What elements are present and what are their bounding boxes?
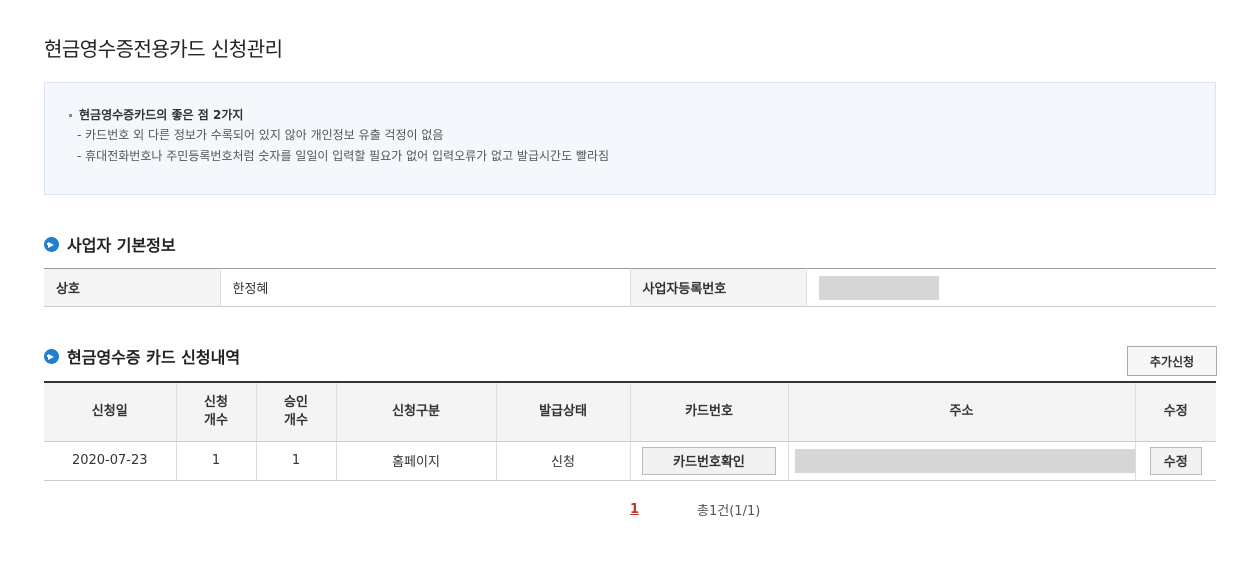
info-heading-text: 현금영수증카드의 좋은 점 2가지 xyxy=(79,108,244,122)
info-line-1: - 카드번호 외 다른 정보가 수록되어 있지 않아 개인정보 유출 걱정이 없… xyxy=(77,128,444,142)
card-number-check-button[interactable]: 카드번호확인 xyxy=(642,446,776,475)
requests-section-label: 현금영수증 카드 신청내역 xyxy=(67,348,241,367)
row-req-count: 1 xyxy=(176,441,257,481)
regno-label: 사업자등록번호 xyxy=(630,268,807,307)
name-label: 상호 xyxy=(44,268,221,307)
edit-button[interactable]: 수정 xyxy=(1149,446,1202,475)
regno-value xyxy=(806,269,1216,307)
masked-address xyxy=(794,448,1135,473)
row-date: 2020-07-23 xyxy=(44,441,177,481)
info-box: 현금영수증카드의 좋은 점 2가지 - 카드번호 외 다른 정보가 수록되어 있… xyxy=(44,82,1216,195)
table-row: 2020-07-23 1 1 홈페이지 신청 카드번호확인 수정 xyxy=(44,441,1216,481)
row-status: 신청 xyxy=(496,441,631,481)
col-date: 신청일 xyxy=(44,382,177,442)
business-info-table: 상호 한정혜 사업자등록번호 xyxy=(44,268,1216,307)
bullet-icon xyxy=(69,113,72,117)
pagination: 1 총1건(1/1) xyxy=(630,500,760,519)
pagination-total: 총1건(1/1) xyxy=(697,504,761,519)
col-req-count: 신청 개수 xyxy=(176,382,257,442)
info-heading: 현금영수증카드의 좋은 점 2가지 xyxy=(69,105,1215,125)
col-address: 주소 xyxy=(788,382,1136,442)
name-value: 한정혜 xyxy=(220,268,631,307)
row-edit: 수정 xyxy=(1135,441,1216,481)
row-type: 홈페이지 xyxy=(336,441,497,481)
row-appr-count: 1 xyxy=(256,441,337,481)
arrow-circle-icon xyxy=(44,348,59,364)
requests-section-title: 현금영수증 카드 신청내역 xyxy=(44,344,240,368)
business-section-title: 사업자 기본정보 xyxy=(44,232,176,256)
requests-table: 신청일 신청 개수 승인 개수 신청구분 발급상태 카드번호 주소 수정 2020-… xyxy=(44,381,1216,481)
col-card: 카드번호 xyxy=(630,382,789,442)
page-title: 현금영수증전용카드 신청관리 xyxy=(44,37,283,61)
col-edit: 수정 xyxy=(1135,382,1216,442)
col-status: 발급상태 xyxy=(496,382,631,442)
row-address xyxy=(788,441,1136,481)
info-line-2: - 휴대전화번호나 주민등록번호처럼 숫자를 일일이 입력할 필요가 없어 입력… xyxy=(77,149,610,163)
col-appr-count: 승인 개수 xyxy=(256,382,337,442)
page-link-1[interactable]: 1 xyxy=(630,502,639,517)
masked-regno xyxy=(818,275,939,300)
table-row: 상호 한정혜 사업자등록번호 xyxy=(44,268,1216,307)
col-type: 신청구분 xyxy=(336,382,497,442)
row-card: 카드번호확인 xyxy=(630,441,789,481)
add-request-button[interactable]: 추가신청 xyxy=(1127,346,1217,376)
business-section-label: 사업자 기본정보 xyxy=(67,236,176,255)
arrow-circle-icon xyxy=(44,236,59,252)
table-header-row: 신청일 신청 개수 승인 개수 신청구분 발급상태 카드번호 주소 수정 xyxy=(44,382,1216,442)
